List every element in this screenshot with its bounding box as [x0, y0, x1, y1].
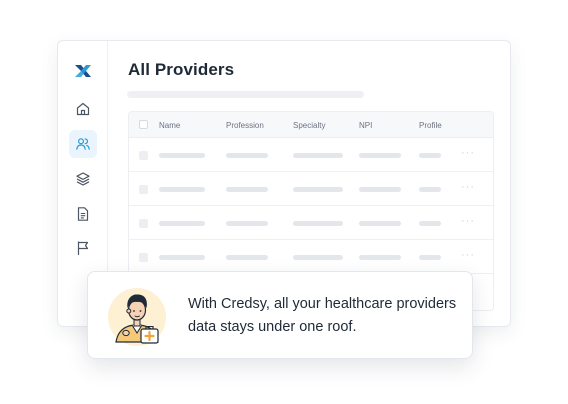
home-icon	[76, 102, 90, 116]
illustration-stage: All Providers Name Profession Specialty …	[0, 0, 568, 404]
skeleton-cell	[359, 187, 401, 192]
skeleton-cell	[293, 153, 343, 158]
row-checkbox[interactable]	[139, 253, 148, 262]
skeleton-cell	[159, 255, 205, 260]
table-row[interactable]: ···	[129, 240, 493, 274]
table-header: Name Profession Specialty NPI Profile	[129, 112, 493, 138]
row-menu-icon[interactable]: ···	[461, 181, 475, 193]
row-checkbox[interactable]	[139, 219, 148, 228]
sidebar-item-flags[interactable]	[69, 234, 97, 262]
layers-icon	[76, 172, 90, 186]
skeleton-cell	[419, 153, 441, 158]
table-row[interactable]: ···	[129, 138, 493, 172]
info-message-card: With Credsy, all your healthcare provide…	[87, 271, 473, 359]
sidebar-item-layers[interactable]	[69, 165, 97, 193]
row-menu-icon[interactable]: ···	[461, 215, 475, 227]
sidebar-item-documents[interactable]	[69, 200, 97, 228]
column-header-npi[interactable]: NPI	[359, 121, 372, 130]
row-checkbox[interactable]	[139, 151, 148, 160]
skeleton-cell	[159, 187, 205, 192]
skeleton-cell	[226, 153, 268, 158]
skeleton-cell	[159, 153, 205, 158]
doctor-avatar-icon	[106, 286, 168, 346]
credsy-logo-icon[interactable]	[73, 61, 93, 81]
column-header-name[interactable]: Name	[159, 121, 180, 130]
column-header-profession[interactable]: Profession	[226, 121, 264, 130]
skeleton-cell	[359, 153, 401, 158]
skeleton-cell	[419, 221, 441, 226]
column-header-profile[interactable]: Profile	[419, 121, 442, 130]
sidebar-item-providers[interactable]	[69, 130, 97, 158]
flag-icon	[77, 241, 89, 256]
table-row[interactable]: ···	[129, 172, 493, 206]
sidebar-item-home[interactable]	[69, 95, 97, 123]
skeleton-cell	[419, 255, 441, 260]
skeleton-cell	[226, 221, 268, 226]
skeleton-cell	[159, 221, 205, 226]
skeleton-cell	[226, 187, 268, 192]
skeleton-cell	[293, 255, 343, 260]
skeleton-cell	[359, 255, 401, 260]
skeleton-cell	[359, 221, 401, 226]
info-message-text: With Credsy, all your healthcare provide…	[188, 296, 457, 335]
select-all-checkbox[interactable]	[139, 120, 148, 129]
skeleton-cell	[226, 255, 268, 260]
skeleton-cell	[293, 221, 343, 226]
table-row[interactable]: ···	[129, 206, 493, 240]
users-icon	[76, 138, 90, 150]
subtitle-skeleton	[127, 91, 364, 98]
column-header-specialty[interactable]: Specialty	[293, 121, 325, 130]
row-menu-icon[interactable]: ···	[461, 147, 475, 159]
skeleton-cell	[419, 187, 441, 192]
row-menu-icon[interactable]: ···	[461, 249, 475, 261]
row-checkbox[interactable]	[139, 185, 148, 194]
page-title: All Providers	[128, 60, 235, 79]
document-icon	[77, 207, 89, 221]
skeleton-cell	[293, 187, 343, 192]
